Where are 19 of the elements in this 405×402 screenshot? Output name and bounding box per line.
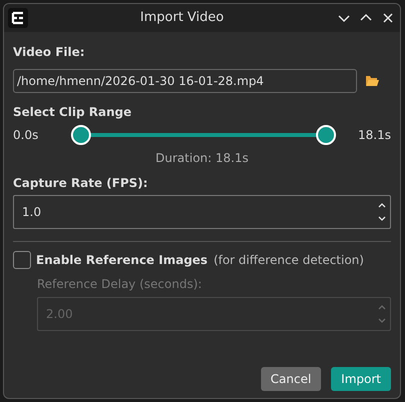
- slider-handle[interactable]: [316, 125, 336, 145]
- file-path-field[interactable]: /home/hmenn/2026-01-30 16-01-28.mp4: [13, 69, 357, 93]
- slider-handle[interactable]: [71, 125, 91, 145]
- field-label: Capture Rate (FPS):: [13, 175, 149, 192]
- field-label: Video File:: [13, 44, 86, 61]
- end-time-label: 18.1s: [357, 127, 391, 144]
- field-label: Reference Delay (seconds):: [37, 276, 203, 293]
- window-title: Import Video: [139, 9, 225, 28]
- start-time-label: 0.0s: [13, 127, 40, 144]
- capture-rate-spinbox[interactable]: 1.0: [13, 195, 391, 229]
- section-label: Select Clip Range: [13, 104, 132, 121]
- duration-text: Duration: 18.1s: [156, 151, 248, 165]
- folder-icon[interactable]: [365, 75, 379, 87]
- checkbox-label[interactable]: Enable Reference Images: [36, 251, 208, 269]
- import-button[interactable]: Import: [331, 367, 391, 391]
- hint-text: (for difference detection): [214, 252, 364, 269]
- checkbox[interactable]: [13, 251, 31, 269]
- app-logo-icon: [8, 8, 28, 28]
- cancel-button[interactable]: Cancel: [260, 367, 322, 391]
